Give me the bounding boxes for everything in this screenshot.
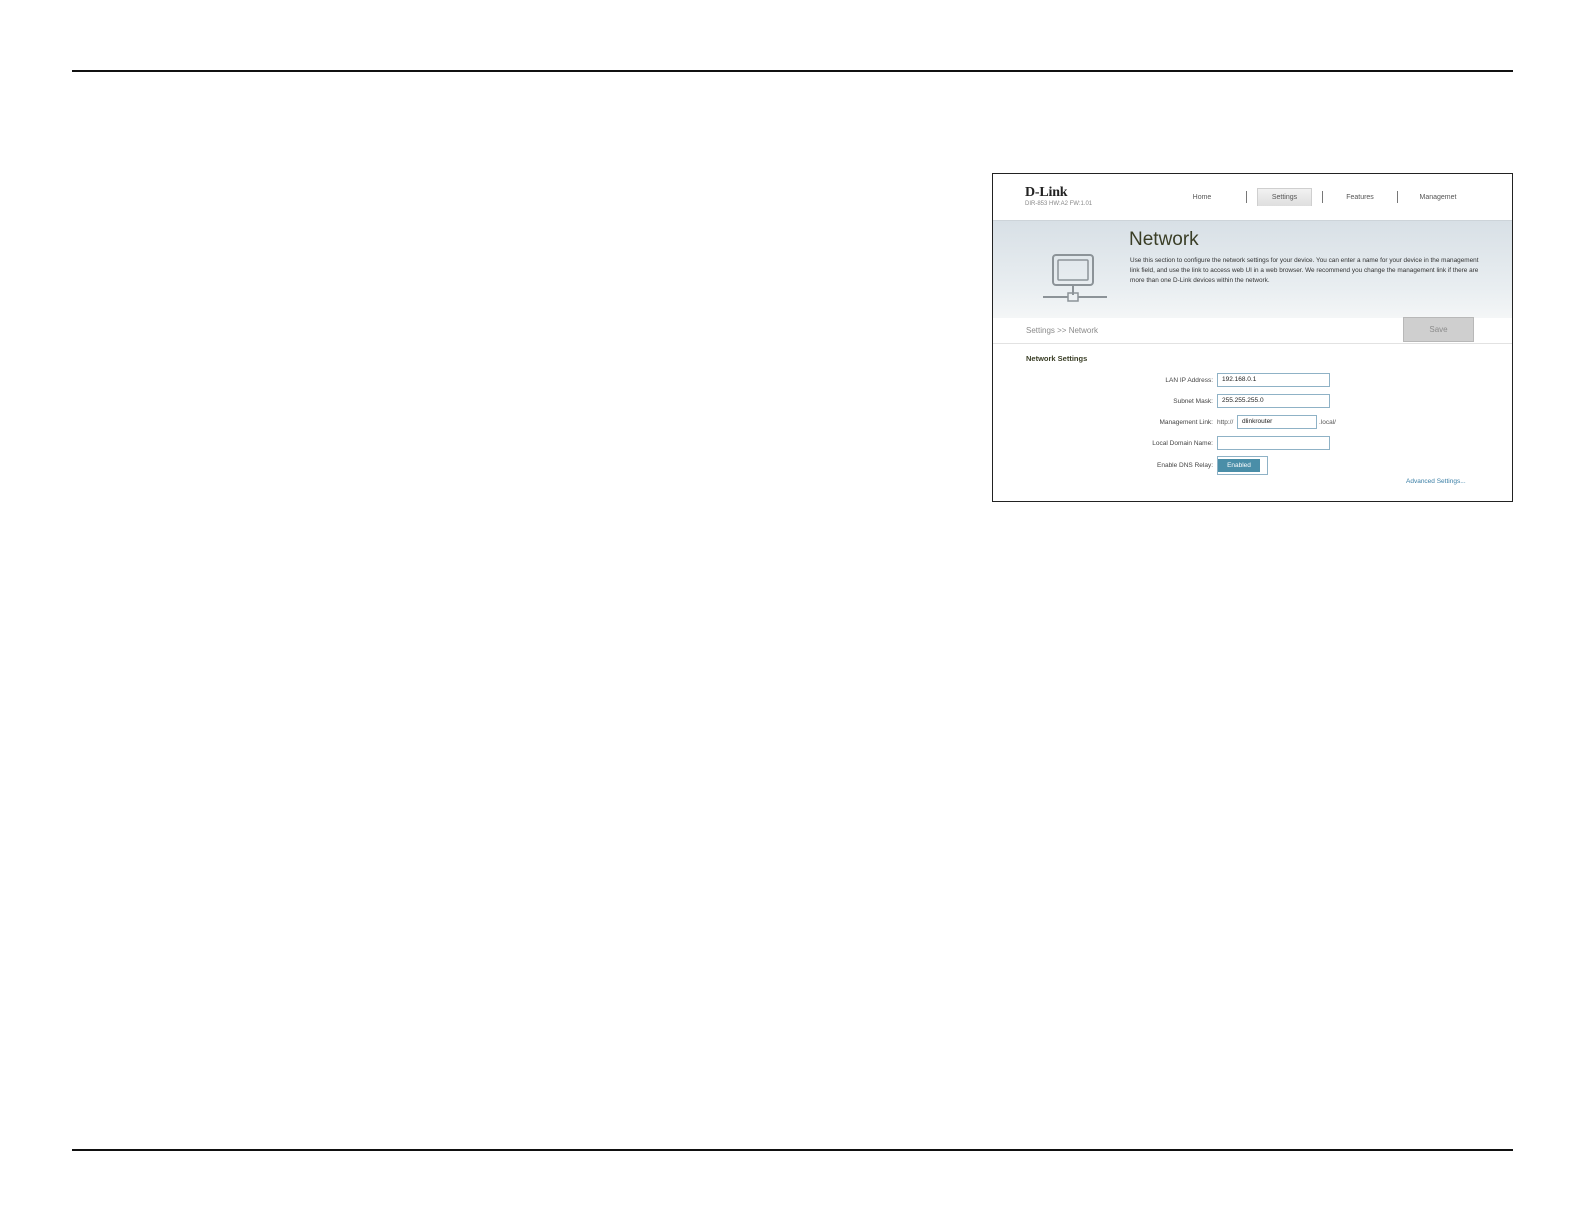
dns-relay-state: Enabled	[1218, 459, 1260, 472]
top-rule	[72, 70, 1513, 72]
breadcrumb-bar: Settings >> Network Save	[993, 317, 1512, 344]
management-link-suffix: .local/	[1319, 419, 1336, 426]
dns-relay-toggle[interactable]: Enabled	[1217, 456, 1268, 475]
nav-home[interactable]: Home	[1183, 188, 1221, 206]
dns-relay-label: Enable DNS Relay:	[1157, 462, 1213, 469]
nav-separator	[1246, 191, 1247, 203]
subnet-mask-input[interactable]: 255.255.255.0	[1217, 394, 1330, 408]
network-computer-icon	[1043, 254, 1107, 302]
hero-banner: Network Use this section to configure th…	[993, 220, 1512, 318]
page-description: Use this section to configure the networ…	[1130, 257, 1479, 284]
dlink-logo: D-Link	[1025, 185, 1068, 200]
breadcrumb: Settings >> Network	[1026, 326, 1099, 335]
nav-settings[interactable]: Settings	[1257, 188, 1312, 206]
local-domain-input[interactable]	[1217, 436, 1330, 450]
bottom-rule	[72, 1149, 1513, 1151]
management-link-label: Management Link:	[1159, 419, 1213, 426]
nav-management[interactable]: Managemet	[1408, 188, 1468, 206]
subnet-mask-label: Subnet Mask:	[1173, 398, 1213, 405]
management-link-prefix: http://	[1217, 419, 1234, 426]
page-title: Network	[1129, 229, 1199, 250]
nav-separator	[1322, 191, 1323, 203]
local-domain-label: Local Domain Name:	[1152, 440, 1213, 447]
advanced-settings-link[interactable]: Advanced Settings...	[1406, 478, 1466, 485]
lan-ip-label: LAN IP Address:	[1165, 377, 1213, 384]
management-link-input[interactable]: dlinkrouter	[1237, 415, 1317, 429]
nav-separator	[1397, 191, 1398, 203]
model-info: DIR-853 HW:A2 FW:1.01	[1025, 201, 1093, 207]
nav-features[interactable]: Features	[1337, 188, 1383, 206]
header: D-Link DIR-853 HW:A2 FW:1.01 Home Settin…	[993, 174, 1512, 220]
section-title: Network Settings	[1026, 354, 1088, 363]
router-ui-screenshot: D-Link DIR-853 HW:A2 FW:1.01 Home Settin…	[992, 173, 1513, 502]
save-button[interactable]: Save	[1403, 317, 1474, 342]
lan-ip-input[interactable]: 192.168.0.1	[1217, 373, 1330, 387]
